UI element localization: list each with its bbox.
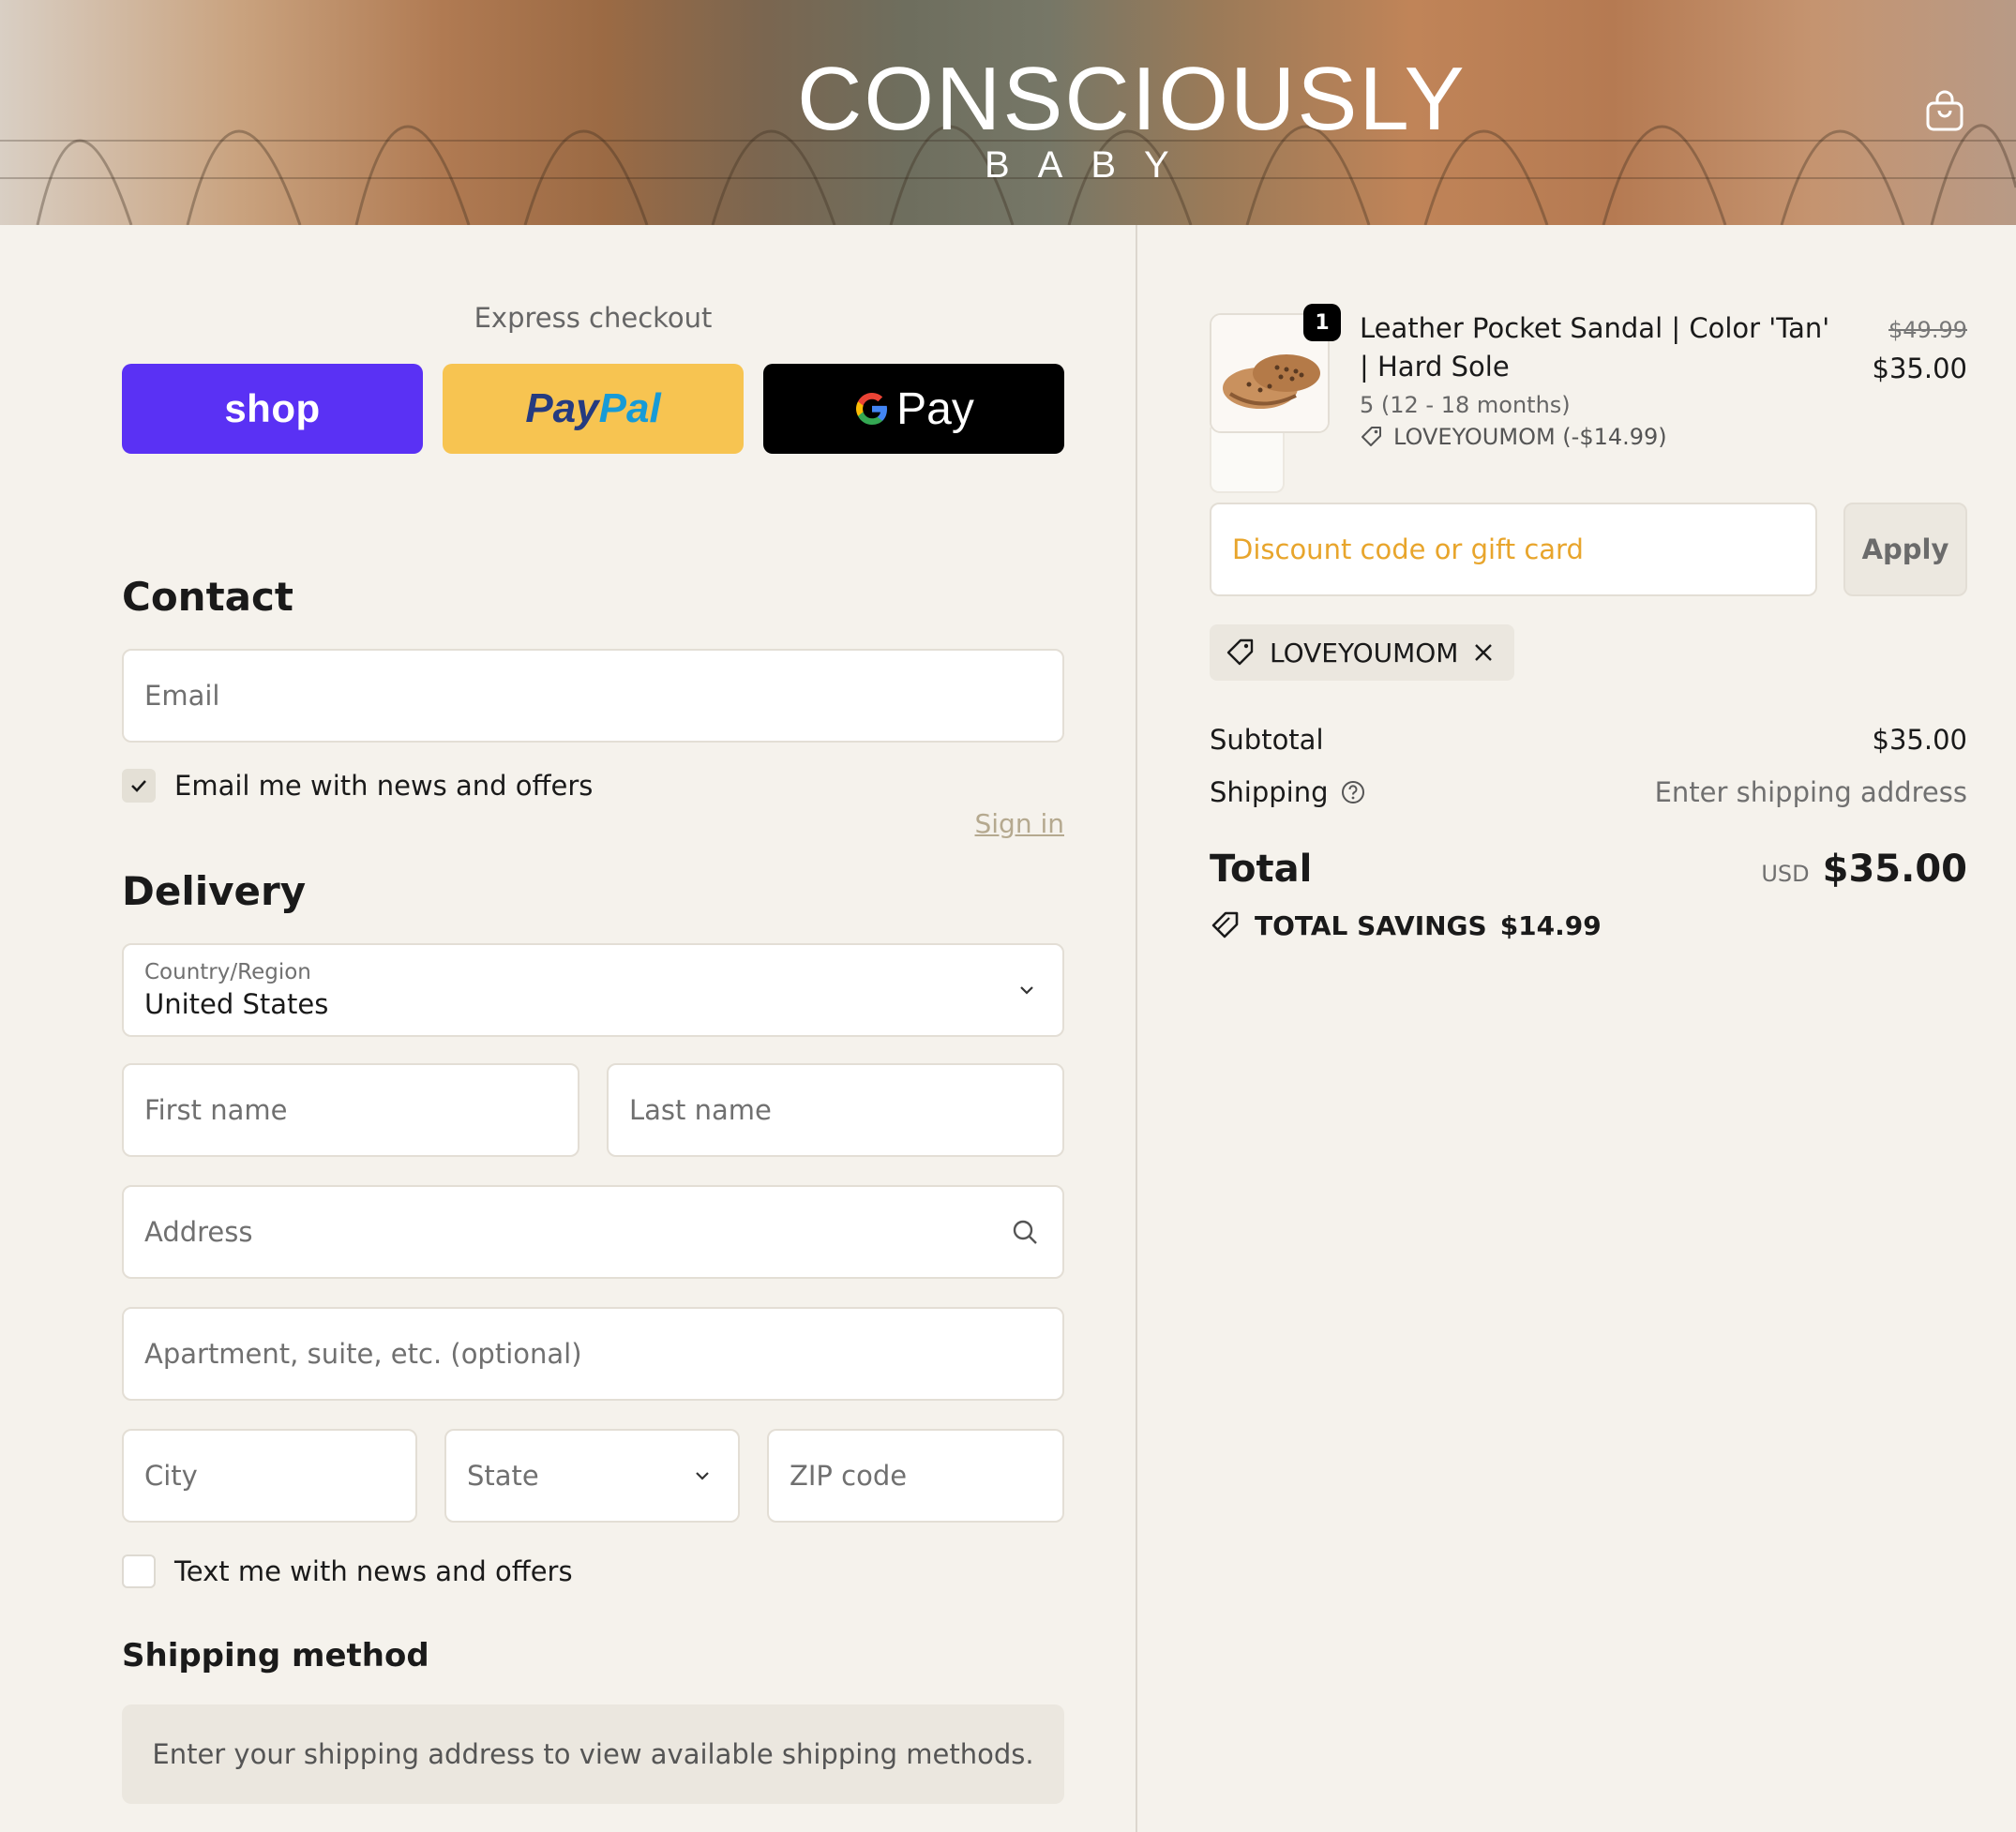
country-value: United States [144, 988, 329, 1020]
tag-icon [1226, 638, 1254, 666]
apartment-input[interactable] [144, 1338, 1062, 1370]
product-discount: LOVEYOUMOM (-$14.99) [1360, 424, 1667, 450]
product-discount-text: LOVEYOUMOM (-$14.99) [1393, 424, 1667, 450]
chevron-down-icon [1020, 986, 1033, 995]
shipping-label: Shipping [1210, 776, 1329, 808]
total-amount: $35.00 [1822, 848, 1967, 891]
total-label: Total [1210, 848, 1313, 891]
subtotal-row: Subtotal $35.00 [1210, 724, 1967, 756]
email-news-row: Email me with news and offers [122, 769, 593, 803]
zip-input[interactable] [790, 1460, 1062, 1492]
total-row: Total USD $35.00 [1210, 848, 1967, 891]
address-input[interactable] [144, 1216, 1062, 1248]
shipping-method-heading: Shipping method [122, 1637, 429, 1674]
address-field[interactable] [122, 1185, 1064, 1279]
total-currency: USD [1761, 861, 1810, 887]
chevron-down-icon [696, 1472, 709, 1480]
last-name-input[interactable] [629, 1094, 1062, 1126]
search-icon[interactable] [1010, 1217, 1040, 1247]
state-select[interactable]: State [444, 1429, 740, 1523]
city-field[interactable] [122, 1429, 417, 1523]
email-news-checkbox[interactable] [122, 769, 156, 803]
text-news-checkbox[interactable] [122, 1554, 156, 1588]
logo-main-text: CONSCIOUSLY [797, 49, 1467, 149]
apartment-field[interactable] [122, 1307, 1064, 1401]
tag-icon [1211, 911, 1239, 939]
shipping-label-group: Shipping [1210, 776, 1366, 808]
paypal-button[interactable]: PayPal [443, 364, 744, 454]
email-news-label: Email me with news and offers [174, 770, 594, 802]
delivery-heading: Delivery [122, 868, 307, 914]
country-label: Country/Region [144, 960, 311, 984]
tag-icon [1362, 427, 1381, 446]
applied-discount-code: LOVEYOUMOM [1270, 637, 1459, 668]
close-icon[interactable] [1471, 640, 1496, 665]
total-value-group: USD $35.00 [1761, 848, 1967, 891]
contact-heading: Contact [122, 574, 293, 620]
first-name-input[interactable] [144, 1094, 578, 1126]
shop-pay-button[interactable]: shop [122, 364, 423, 454]
subtotal-label: Subtotal [1210, 724, 1324, 756]
product-variant: 5 (12 - 18 months) [1360, 392, 1571, 418]
product-title: Leather Pocket Sandal | Color 'Tan' | Ha… [1360, 312, 1830, 383]
city-input[interactable] [144, 1460, 415, 1492]
price-current: $35.00 [1872, 353, 1967, 384]
savings-value: $14.99 [1499, 909, 1602, 941]
first-name-field[interactable] [122, 1063, 579, 1157]
shipping-method-notice: Enter your shipping address to view avai… [122, 1704, 1064, 1804]
checkmark-icon [131, 780, 146, 792]
logo-sub-text: BABY [985, 144, 1197, 186]
shipping-value: Enter shipping address [1654, 776, 1967, 808]
text-news-row: Text me with news and offers [122, 1554, 573, 1588]
subtotal-value: $35.00 [1872, 724, 1967, 756]
store-logo[interactable]: CONSCIOUSLY BABY [797, 49, 1467, 186]
total-savings: TOTAL SAVINGS $14.99 [1210, 909, 1602, 941]
google-g-icon [856, 393, 888, 425]
cart-icon[interactable] [1922, 88, 1967, 133]
text-news-label: Text me with news and offers [174, 1555, 573, 1587]
savings-label: TOTAL SAVINGS [1255, 909, 1487, 941]
header-banner: CONSCIOUSLY BABY [0, 0, 2016, 225]
email-field[interactable] [122, 649, 1064, 743]
price-original: $49.99 [1888, 317, 1967, 343]
express-checkout-title: Express checkout [474, 302, 713, 334]
thumbnail-stack [1210, 428, 1285, 493]
shipping-row: Shipping Enter shipping address [1210, 776, 1967, 808]
google-pay-label: Pay [853, 383, 974, 435]
quantity-badge: 1 [1303, 304, 1341, 341]
last-name-field[interactable] [607, 1063, 1064, 1157]
google-pay-button[interactable]: Pay [763, 364, 1064, 454]
shop-pay-label: shop [224, 386, 321, 430]
zip-field[interactable] [767, 1429, 1064, 1523]
help-icon[interactable] [1340, 779, 1366, 805]
country-select[interactable]: Country/Region United States [122, 943, 1064, 1037]
sign-in-link[interactable]: Sign in [975, 808, 1065, 839]
column-divider [1136, 225, 1137, 1832]
email-input[interactable] [144, 680, 1062, 712]
discount-code-input[interactable] [1232, 533, 1815, 565]
paypal-label: PayPal [525, 385, 661, 431]
applied-discount-chip: LOVEYOUMOM [1210, 624, 1515, 681]
shipping-method-message: Enter your shipping address to view avai… [152, 1738, 1034, 1770]
state-placeholder: State [467, 1460, 539, 1492]
discount-code-field[interactable] [1210, 503, 1817, 596]
apply-discount-button[interactable]: Apply [1843, 503, 1967, 596]
